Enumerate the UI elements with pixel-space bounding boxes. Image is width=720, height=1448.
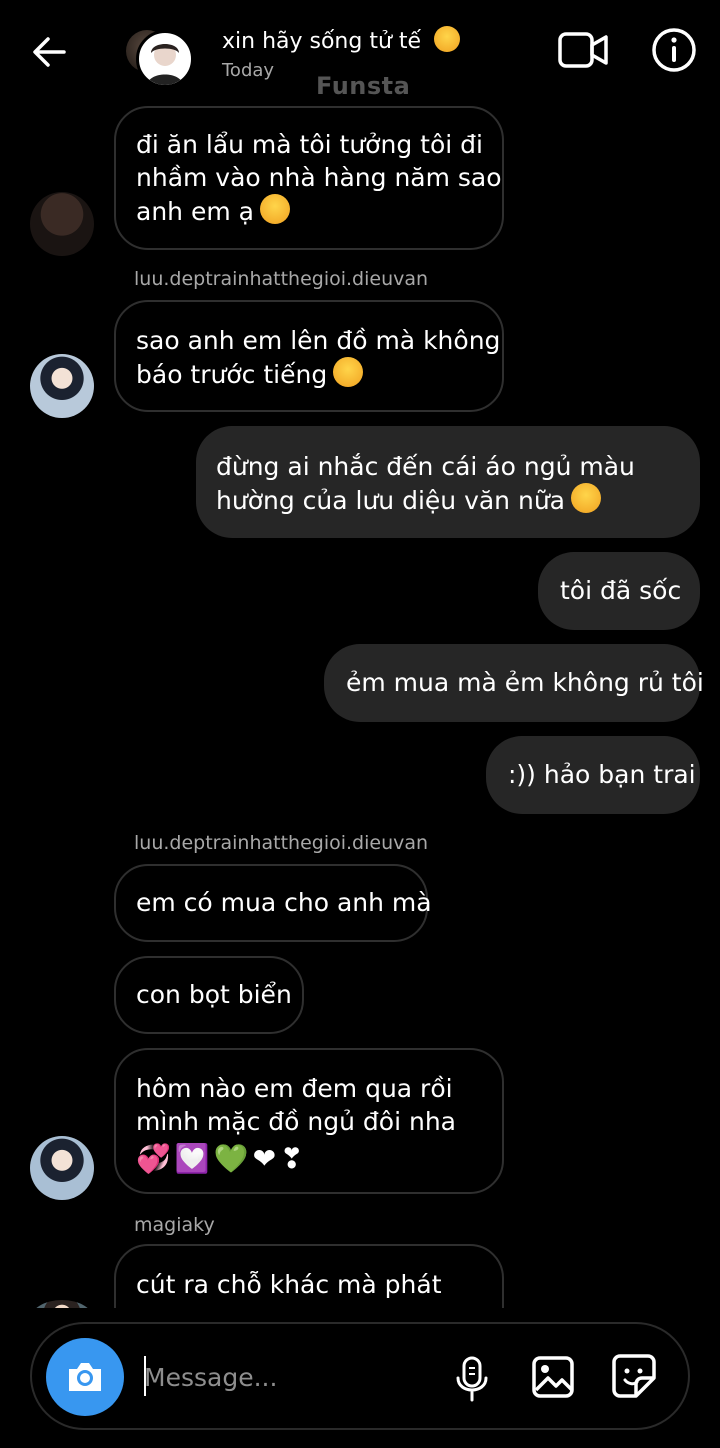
message-text: báo trước tiếng [136,360,328,389]
message-text: đừng ai nhắc đến cái áo ngủ màu [216,452,635,481]
smiling-face-icon [259,194,290,224]
smiling-face-with-hearts-icon [571,483,601,513]
avatar[interactable] [30,354,94,418]
avatar [136,30,194,88]
gallery-icon[interactable] [530,1354,576,1400]
message-bubble[interactable]: đi ăn lẩu mà tôi tưởng tôi đi nhầm vào n… [114,106,504,250]
sticker-icon[interactable] [610,1352,658,1400]
chat-title[interactable]: xin hãy sống tử tế [222,26,461,54]
message-bubble[interactable]: ẻm mua mà ẻm không rủ tôi [324,644,704,722]
message-bubble[interactable]: sao anh em lên đồ mà không báo trước tiế… [114,300,504,412]
pleading-face-icon [333,357,364,387]
avatar[interactable] [30,1300,94,1308]
message-text: đi ăn lẩu mà tôi tưởng tôi đi [136,130,483,159]
message-text: ẻm mua mà ẻm không rủ tôi [346,668,704,697]
group-avatar[interactable] [124,28,194,90]
message-bubble[interactable]: con bọt biển [114,956,304,1034]
chat-header: xin hãy sống tử tế Today Funsta [0,0,720,105]
sender-name: magiaky [134,1214,215,1236]
message-text: sao anh em lên đồ mà không [136,326,501,355]
message-composer [30,1322,690,1430]
message-bubble[interactable]: cút ra chỗ khác mà phát [114,1244,504,1308]
avatar[interactable] [30,1136,94,1200]
message-text: :)) hảo bạn trai [508,760,696,789]
hearts-emoji-row: 💞💟💚❤❣ [136,1142,308,1175]
message-bubble[interactable]: hôm nào em đem qua rồi mình mặc đồ ngủ đ… [114,1048,504,1194]
message-text: nhầm vào nhà hàng năm sao [136,163,502,192]
message-text: con bọt biển [136,980,292,1009]
info-icon[interactable] [650,26,698,74]
avatar[interactable] [30,192,94,256]
back-arrow-icon[interactable] [28,30,72,74]
smiling-face-icon [434,26,461,52]
microphone-icon[interactable] [452,1354,492,1404]
message-text: anh em ạ [136,197,254,226]
message-bubble[interactable]: tôi đã sốc [538,552,700,630]
camera-icon [69,1363,101,1391]
message-text: hường của lưu diệu văn nữa [216,486,565,515]
sender-name: luu.deptrainhatthegioi.dieuvan [134,832,429,854]
message-bubble[interactable]: đừng ai nhắc đến cái áo ngủ màu hường củ… [196,426,700,538]
message-bubble[interactable]: em có mua cho anh mà [114,864,432,942]
sender-name: luu.deptrainhatthegioi.dieuvan [134,268,429,290]
message-text: mình mặc đồ ngủ đôi nha [136,1107,456,1136]
message-thread[interactable]: đi ăn lẩu mà tôi tưởng tôi đi nhầm vào n… [0,0,720,1308]
message-bubble[interactable]: :)) hảo bạn trai [486,736,700,814]
message-text: tôi đã sốc [560,576,682,605]
message-text: hôm nào em đem qua rồi [136,1074,453,1103]
chat-subtitle: Today [222,60,275,81]
watermark: Funsta [316,72,411,100]
video-call-icon[interactable] [556,26,610,74]
message-input[interactable] [144,1352,434,1402]
camera-button[interactable] [46,1338,124,1416]
text-caret [144,1356,146,1396]
message-text: cút ra chỗ khác mà phát [136,1270,442,1299]
message-text: em có mua cho anh mà [136,888,432,917]
